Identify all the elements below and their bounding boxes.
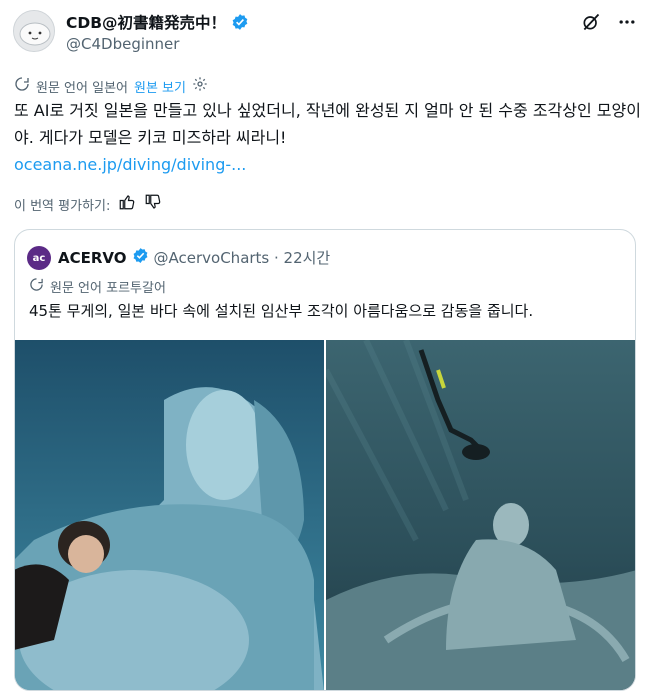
quote-text: 45톤 무게의, 일본 바다 속에 설치된 임산부 조각이 아름다움으로 감동을… (29, 302, 534, 320)
translation-bar: 원문 언어 일본어 원본 보기 (14, 76, 208, 96)
verified-badge-icon (231, 13, 249, 31)
more-icon[interactable] (617, 12, 637, 32)
translate-icon (29, 277, 44, 296)
show-original-link[interactable]: 원본 보기 (134, 77, 186, 96)
rate-translation-row: 이 번역 평가하기: (14, 193, 162, 215)
quoted-tweet[interactable]: ac ACERVO @AcervoCharts · 22시간 원문 언어 포르투… (14, 229, 636, 691)
sculpture-photo-right[interactable] (326, 340, 635, 690)
translate-icon (14, 76, 30, 96)
rate-translation-label: 이 번역 평가하기: (14, 198, 111, 214)
author-handle[interactable]: @C4Dbeginner (66, 35, 179, 53)
author-name[interactable]: CDB@初書籍発売中！ (66, 11, 249, 33)
grok-icon[interactable] (581, 12, 601, 32)
tweet-text: 또 AI로 거짓 일본을 만들고 있나 싶었더니, 작년에 완성된 지 얼마 안… (14, 101, 641, 147)
quote-translation-bar: 원문 언어 포르투갈어 (29, 277, 166, 296)
author-name-text[interactable]: CDB@初書籍発売中！ (66, 11, 226, 33)
settings-icon[interactable] (192, 76, 208, 96)
translation-source-label: 원문 언어 일본어 (36, 80, 128, 96)
thumbs-down-icon[interactable] (144, 193, 162, 215)
author-avatar[interactable] (13, 10, 55, 52)
quote-avatar[interactable]: ac (27, 246, 51, 270)
tweet-actions-top (581, 12, 637, 32)
quote-translation-label: 원문 언어 포르투갈어 (50, 281, 166, 296)
thumbs-up-icon[interactable] (118, 193, 136, 215)
quote-author-name[interactable]: ACERVO (58, 249, 127, 267)
verified-badge-icon (132, 247, 149, 268)
sculpture-photo-left[interactable] (15, 340, 324, 690)
quote-author[interactable]: ACERVO @AcervoCharts · 22시간 (58, 247, 330, 268)
quote-handle-time[interactable]: @AcervoCharts · 22시간 (154, 247, 331, 268)
tweet-link[interactable]: oceana.ne.jp/diving/diving-... (14, 151, 246, 178)
